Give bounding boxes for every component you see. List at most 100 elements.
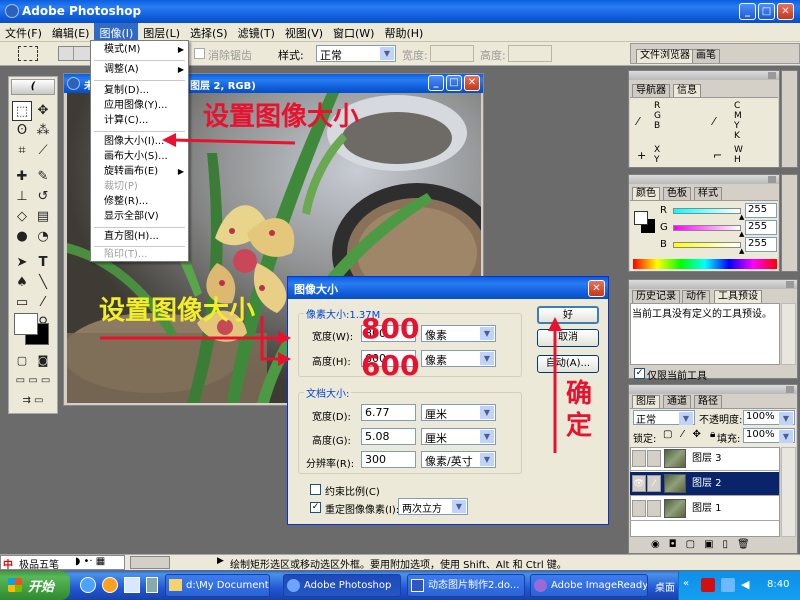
foreground-color-swatch[interactable]: [14, 313, 38, 335]
crop-tool-icon[interactable]: ⌗: [12, 141, 32, 161]
doc-close-button[interactable]: ✕: [464, 75, 480, 91]
tab-layers[interactable]: 图层: [632, 395, 660, 408]
fill-field[interactable]: 100%: [743, 428, 795, 443]
layers-footer-icons[interactable]: ◉◘▢▣▯🗑︎: [651, 539, 759, 550]
tool-presets-scrollbar[interactable]: [781, 303, 796, 365]
width-field[interactable]: [430, 45, 474, 62]
eraser-tool-icon[interactable]: ◇: [12, 207, 32, 227]
auto-button[interactable]: 自动(A)...: [537, 355, 599, 373]
layer-link-toggle[interactable]: [647, 500, 661, 517]
start-button[interactable]: 开始: [0, 571, 70, 600]
menu-view[interactable]: 视图(V): [280, 23, 328, 43]
blur-tool-icon[interactable]: ●: [12, 227, 32, 247]
blue-slider-thumb[interactable]: ▲: [739, 247, 744, 255]
tab-swatches[interactable]: 色板: [663, 187, 691, 200]
tab-paths[interactable]: 路径: [694, 395, 722, 408]
layer-brush-icon[interactable]: ⁄: [647, 475, 661, 492]
minimize-button[interactable]: _: [739, 3, 756, 20]
menu-item-crop[interactable]: 裁切(P): [91, 179, 188, 195]
line-tool-icon[interactable]: ╲: [33, 273, 53, 293]
tray-network-icon[interactable]: [721, 578, 735, 592]
panel-fg-swatch[interactable]: [634, 211, 648, 225]
layer-visibility-toggle[interactable]: [632, 500, 646, 517]
antialias-checkbox[interactable]: [194, 48, 205, 59]
quicklaunch-ie-icon[interactable]: [80, 577, 96, 593]
ok-button[interactable]: 好: [537, 306, 599, 324]
menu-item-calculations[interactable]: 计算(C)...: [91, 113, 188, 129]
blend-mode-select[interactable]: 正常: [633, 410, 695, 426]
task-explorer[interactable]: d:\My Documents\...: [165, 574, 270, 597]
green-slider[interactable]: [673, 225, 741, 231]
clone-stamp-icon[interactable]: ⊥: [12, 187, 32, 207]
tab-history[interactable]: 历史记录: [632, 290, 680, 303]
menu-item-trim[interactable]: 修整(R)...: [91, 194, 188, 210]
move-tool-icon[interactable]: ✥: [33, 101, 53, 121]
menu-help[interactable]: 帮助(H): [379, 23, 428, 43]
constrain-proportions-checkbox[interactable]: [310, 484, 321, 495]
resolution-unit-select[interactable]: 像素/英寸: [421, 451, 496, 468]
task-word-document[interactable]: 动态图片制作2.do...: [407, 574, 525, 597]
tab-actions[interactable]: 动作: [682, 290, 710, 303]
resolution-input[interactable]: 300: [361, 451, 416, 468]
ime-bar[interactable]: 中 极品五笔 ◗ •· ▦: [0, 555, 125, 571]
gradient-tool-icon[interactable]: ▤: [33, 207, 53, 227]
doc-maximize-button[interactable]: □: [446, 75, 462, 91]
layer-visibility-toggle[interactable]: [632, 450, 646, 467]
pen-tool-icon[interactable]: ♠: [12, 273, 32, 293]
eyedropper-icon[interactable]: ⁄: [33, 293, 53, 313]
quicklaunch-media-icon[interactable]: [102, 577, 118, 593]
brush-tool-icon[interactable]: ✎: [33, 167, 53, 187]
menu-item-apply-image[interactable]: 应用图像(Y)...: [91, 98, 188, 114]
task-imageready[interactable]: Adobe ImageReady: [530, 574, 648, 597]
layer-visibility-icon[interactable]: 👁︎: [632, 475, 646, 492]
tab-info[interactable]: 信息: [673, 84, 701, 97]
quicklaunch-extra-icon[interactable]: [146, 577, 158, 593]
quicklaunch-desktop-icon[interactable]: [124, 577, 140, 593]
style-select[interactable]: 正常: [316, 45, 396, 62]
layer-row-1[interactable]: 图层 1: [630, 497, 779, 521]
tray-expand-icon[interactable]: «: [683, 578, 689, 589]
pixel-height-unit-select[interactable]: 像素: [421, 350, 496, 367]
type-tool-icon[interactable]: T: [33, 253, 53, 273]
tab-file-browser[interactable]: 文件浏览器: [636, 49, 694, 63]
g-value-field[interactable]: 255: [745, 220, 777, 235]
tray-volume-icon[interactable]: ◀︎: [741, 578, 749, 591]
ime-mode-icons[interactable]: ◗ •· ▦: [75, 556, 105, 567]
marquee-preset-icon[interactable]: [18, 46, 38, 61]
tray-ime-icon[interactable]: [701, 578, 715, 592]
jump-to-imageready-icon[interactable]: ⇉ ▭: [12, 391, 54, 411]
layer-link-toggle[interactable]: [647, 450, 661, 467]
tab-channels[interactable]: 通道: [663, 395, 691, 408]
cancel-button[interactable]: 取消: [537, 329, 599, 347]
opacity-field[interactable]: 100%: [743, 410, 795, 425]
maximize-button[interactable]: □: [758, 3, 775, 20]
tab-styles[interactable]: 样式: [694, 187, 722, 200]
red-slider[interactable]: [673, 208, 741, 214]
menu-window[interactable]: 窗口(W): [328, 23, 379, 43]
menu-item-rotate-canvas[interactable]: 旋转画布(E) ▶: [91, 164, 188, 180]
info-panel-menu-button[interactable]: [781, 70, 798, 168]
current-tool-only-checkbox[interactable]: ✓: [634, 368, 645, 379]
tab-color[interactable]: 颜色: [632, 187, 660, 200]
menu-item-histogram[interactable]: 直方图(H)...: [91, 229, 188, 245]
close-button[interactable]: ✕: [777, 3, 794, 20]
r-value-field[interactable]: 255: [745, 203, 777, 218]
b-value-field[interactable]: 255: [745, 237, 777, 252]
pixel-width-unit-select[interactable]: 像素: [421, 325, 496, 342]
layer-row-2[interactable]: 👁︎ ⁄ 图层 2: [630, 472, 779, 496]
color-spectrum-bar[interactable]: [633, 259, 777, 269]
doc-height-input[interactable]: 5.08: [361, 428, 416, 445]
menu-item-adjust[interactable]: 调整(A) ▶: [91, 62, 188, 78]
red-slider-thumb[interactable]: ▲: [739, 213, 744, 221]
magic-wand-icon[interactable]: ⁂: [33, 121, 53, 141]
dialog-close-button[interactable]: ✕: [588, 280, 605, 297]
menu-item-trap[interactable]: 陷印(T)...: [91, 247, 188, 263]
dodge-tool-icon[interactable]: ◔: [33, 227, 53, 247]
history-brush-icon[interactable]: ↺: [33, 187, 53, 207]
menu-file[interactable]: 文件(F): [0, 23, 47, 43]
healing-brush-icon[interactable]: ✚: [12, 167, 32, 187]
green-slider-thumb[interactable]: ▲: [739, 230, 744, 238]
tab-tool-presets[interactable]: 工具预设: [714, 290, 762, 303]
layers-scrollbar[interactable]: [781, 447, 796, 537]
doc-width-input[interactable]: 6.77: [361, 404, 416, 421]
